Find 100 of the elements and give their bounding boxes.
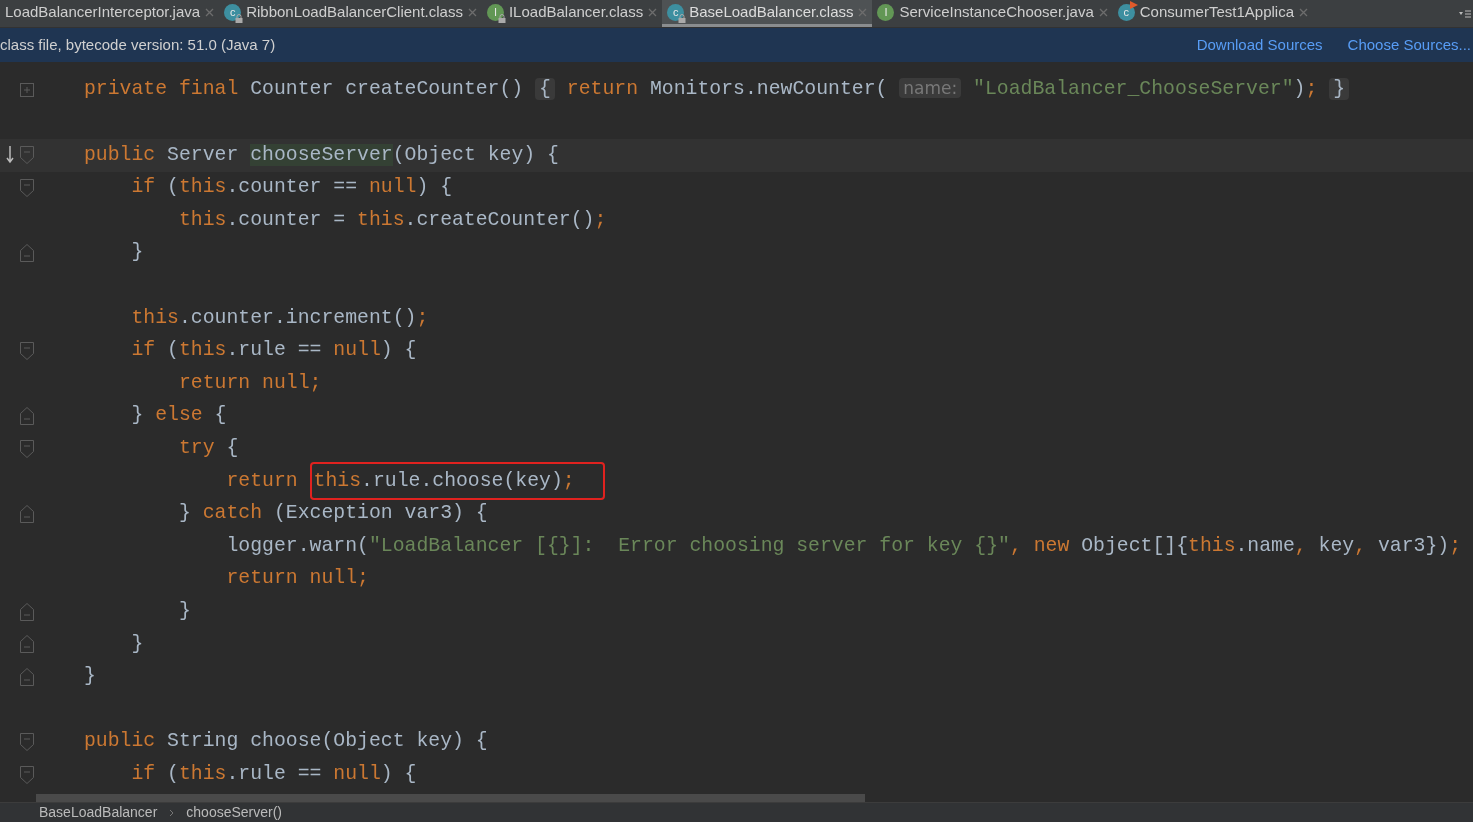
close-icon[interactable] [1299, 7, 1308, 17]
code-token: } [177, 599, 191, 622]
code-token: ) { [380, 339, 417, 362]
code-token: ) { [416, 176, 453, 199]
fold-end-icon[interactable] [20, 505, 34, 523]
editor-tab[interactable]: c ConsumerTest1Applica [1112, 0, 1313, 27]
fold-end-icon[interactable] [20, 668, 34, 686]
code-token: } [84, 665, 96, 688]
code-token: public [84, 730, 157, 753]
notification-link[interactable]: Choose Sources... [1347, 33, 1471, 57]
tab-list-icon[interactable] [1459, 8, 1471, 19]
fold-start-icon[interactable] [20, 342, 34, 361]
tab-label: LoadBalancerInterceptor.java [5, 1, 201, 22]
code-token: ( [167, 339, 179, 362]
tab-label: ILoadBalancer.class [508, 1, 644, 22]
code-token: try [177, 437, 216, 459]
code-token: .rule.choose(key) [361, 469, 563, 492]
code-token: ) [1293, 78, 1306, 101]
code-token: public [84, 143, 157, 166]
code-token: .counter == [226, 176, 359, 199]
close-icon[interactable] [648, 7, 658, 17]
code-token: if [130, 339, 157, 362]
run-marker-icon [1129, 0, 1138, 9]
code-token: { [226, 437, 239, 459]
close-icon[interactable] [467, 7, 477, 17]
code-token: this [130, 306, 179, 329]
fold-end-icon[interactable] [20, 602, 34, 621]
editor-tab[interactable]: c RibbonLoadBalancerClient.class [219, 0, 482, 27]
code-token: .rule == [226, 762, 323, 785]
fold-start-icon[interactable] [20, 439, 34, 458]
code-token: chooseServer [250, 143, 393, 166]
code-token: ( [167, 176, 179, 199]
code-token: var3}) [1378, 534, 1450, 557]
editor-tab[interactable]: LoadBalancerInterceptor.java [0, 0, 220, 27]
fold-start-icon[interactable] [20, 179, 34, 198]
code-token: "LoadBalancer_ChooseServer" [972, 78, 1294, 101]
breadcrumb-item[interactable]: BaseLoadBalancer [39, 802, 158, 822]
notification-link[interactable]: Download Sources [1196, 33, 1323, 57]
horizontal-scrollbar[interactable] [36, 793, 865, 802]
code-token: { [214, 404, 227, 427]
file-type-icon: I [486, 3, 504, 21]
code-token: String choose(Object key) { [167, 730, 488, 753]
tab-label: ServiceInstanceChooser.java [899, 1, 1094, 22]
code-token: return [225, 469, 299, 492]
code-token: ; [594, 208, 607, 231]
code-token: null [368, 176, 417, 199]
code-token: this [179, 339, 227, 362]
fold-end-icon[interactable] [20, 635, 34, 654]
code-token: null [333, 762, 381, 785]
editor-tab[interactable]: I ILoadBalancer.class [481, 0, 663, 27]
code-token: catch [202, 502, 264, 525]
code-token: key [1318, 534, 1355, 557]
code-token: (Exception var3) { [273, 502, 488, 525]
code-token: return null; [177, 371, 322, 394]
code-token: if [130, 762, 157, 785]
notification-text: class file, bytecode version: 51.0 (Java 7) [0, 34, 276, 55]
tab-label: BaseLoadBalancer.class [689, 1, 854, 22]
code-token: this [179, 762, 227, 785]
file-type-icon: I [877, 3, 895, 21]
code-token: "LoadBalancer [{}]: Error choosing server for key {}" [368, 534, 1010, 557]
fold-end-icon[interactable] [20, 244, 34, 263]
code-token: private [84, 78, 169, 101]
code-token: this [179, 176, 227, 199]
close-icon[interactable] [858, 7, 868, 17]
tab-label: ConsumerTest1Applica [1139, 1, 1294, 22]
expand-icon[interactable] [20, 83, 34, 98]
code-token: .name [1235, 534, 1295, 557]
code-token: ( [167, 762, 179, 785]
file-type-icon: c [1117, 3, 1135, 21]
breadcrumb-item[interactable]: chooseServer() [186, 802, 282, 822]
code-token: return [565, 78, 640, 101]
code-token: return null; [225, 567, 369, 590]
fold-end-icon[interactable] [20, 407, 34, 426]
fold-start-icon[interactable] [20, 765, 34, 784]
code-token: this [357, 208, 405, 231]
down-arrow-icon[interactable] [6, 146, 14, 165]
code-token: this [1188, 534, 1236, 557]
code-token: .counter.increment() [178, 306, 417, 329]
file-type-icon: c [667, 3, 685, 21]
code-token: } [130, 632, 144, 655]
close-icon[interactable] [205, 7, 215, 17]
code-token: Monitors.newCounter( [649, 78, 889, 101]
editor-tab[interactable]: c BaseLoadBalancer.class [662, 0, 873, 27]
close-icon[interactable] [1098, 7, 1108, 17]
fold-start-icon[interactable] [20, 146, 34, 165]
parameter-hint: name: [899, 78, 962, 99]
editor-tab[interactable]: I ServiceInstanceChooser.java [872, 0, 1113, 27]
tab-label: RibbonLoadBalancerClient.class [246, 1, 463, 22]
fold-start-icon[interactable] [20, 733, 34, 752]
code-token: , [1354, 534, 1368, 557]
code-token: this [177, 208, 227, 231]
file-type-icon: c [224, 3, 242, 21]
code-token: , [1294, 534, 1308, 557]
folded-code[interactable]: { [535, 78, 555, 101]
folded-code[interactable]: } [1329, 78, 1350, 101]
code-token: (Object key) { [392, 143, 559, 166]
code-token: null [333, 339, 381, 362]
code-token: .rule == [226, 339, 323, 362]
code-token: else [155, 404, 204, 427]
code-token: } [130, 241, 144, 264]
